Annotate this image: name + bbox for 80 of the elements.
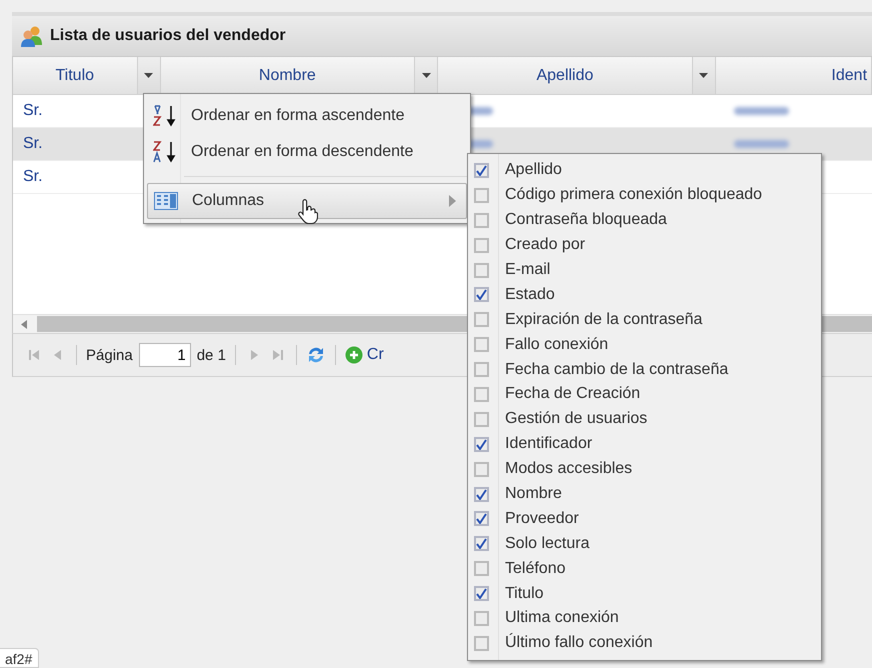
- column-option[interactable]: Proveedor: [468, 506, 821, 532]
- checkbox[interactable]: [474, 262, 489, 278]
- column-menu-button[interactable]: [414, 57, 438, 94]
- columns-icon: [154, 192, 178, 210]
- column-menu-button[interactable]: [692, 57, 715, 94]
- checkbox[interactable]: [474, 462, 489, 477]
- hand-cursor-icon: [296, 199, 318, 225]
- column-option[interactable]: E-mail: [468, 258, 821, 282]
- column-option[interactable]: Expiración de la contraseña: [468, 307, 821, 332]
- checkmark-icon: [476, 438, 487, 450]
- checkbox[interactable]: [474, 386, 489, 402]
- checkbox[interactable]: [474, 287, 489, 302]
- sort-descending-icon: [153, 141, 177, 163]
- table-cell: Sr.: [23, 102, 43, 120]
- checkbox[interactable]: [474, 561, 489, 576]
- blurred-text: [734, 107, 789, 115]
- column-option[interactable]: Código primera conexión bloqueado: [468, 182, 821, 208]
- checkmark-icon: [476, 164, 487, 176]
- checkbox[interactable]: [474, 536, 489, 552]
- column-header[interactable]: Ident: [716, 57, 872, 94]
- panel-title: Lista de usuarios del vendedor: [50, 27, 286, 45]
- checkmark-icon: [476, 538, 487, 550]
- checkbox[interactable]: [474, 610, 489, 626]
- column-option[interactable]: Último fallo conexión: [468, 630, 821, 656]
- checkbox[interactable]: [474, 312, 489, 328]
- column-header[interactable]: Apellido: [438, 57, 692, 94]
- column-option[interactable]: Creado por: [468, 232, 821, 258]
- checkbox[interactable]: [474, 636, 489, 651]
- plus-icon: [344, 346, 363, 364]
- checkbox[interactable]: [474, 212, 489, 228]
- column-option[interactable]: Solo lectura: [468, 531, 821, 556]
- column-header[interactable]: Nombre: [160, 57, 414, 94]
- checkbox[interactable]: [474, 337, 489, 352]
- column-option[interactable]: Fecha cambio de la contraseña: [468, 357, 821, 382]
- menu-item[interactable]: Columnas: [147, 183, 467, 219]
- checkmark-icon: [476, 289, 487, 300]
- column-option[interactable]: Fecha de Creación: [468, 382, 821, 407]
- checkbox[interactable]: [474, 362, 489, 378]
- column-menu-button[interactable]: [136, 57, 160, 94]
- column-option[interactable]: Fallo conexión: [468, 332, 821, 358]
- column-option[interactable]: Teléfono: [468, 556, 821, 582]
- column-option[interactable]: Titulo: [468, 581, 821, 606]
- sort-ascending-icon: [153, 105, 177, 127]
- column-option[interactable]: Contraseña bloqueada: [468, 208, 821, 233]
- scroll-left-icon: [21, 320, 27, 328]
- table-cell: Sr.: [23, 168, 43, 186]
- menu-item[interactable]: Ordenar en forma ascendente: [147, 98, 467, 134]
- checkbox[interactable]: [474, 586, 489, 602]
- blurred-text: [734, 140, 789, 148]
- submenu-arrow-icon: [449, 195, 456, 207]
- checkbox[interactable]: [474, 188, 489, 203]
- page-count: de 1: [196, 346, 226, 364]
- column-option[interactable]: Modos accesibles: [468, 456, 821, 482]
- checkmark-icon: [476, 588, 487, 600]
- caret-icon: [144, 73, 154, 78]
- menu-item[interactable]: Ordenar en forma descendente: [147, 134, 467, 170]
- checkmark-icon: [476, 488, 487, 500]
- column-option[interactable]: Ultima conexión: [468, 606, 821, 631]
- checkbox[interactable]: [474, 412, 489, 427]
- column-option[interactable]: Apellido: [468, 158, 821, 183]
- column-option[interactable]: Gestión de usuarios: [468, 406, 821, 432]
- page-number-field[interactable]: 1: [138, 343, 191, 367]
- checkmark-icon: [476, 513, 487, 524]
- caret-icon: [699, 73, 708, 78]
- checkbox[interactable]: [474, 486, 489, 502]
- page-label: Página: [86, 346, 133, 364]
- create-button[interactable]: Cr: [344, 346, 384, 364]
- column-header[interactable]: Titulo: [13, 57, 137, 94]
- checkbox[interactable]: [474, 238, 489, 253]
- checkbox[interactable]: [474, 436, 489, 452]
- column-option[interactable]: Nombre: [468, 482, 821, 506]
- last-page-icon[interactable]: [270, 348, 285, 362]
- table-cell: Sr.: [23, 135, 43, 153]
- users-icon: [20, 25, 44, 47]
- checkbox[interactable]: [474, 511, 489, 526]
- checkbox[interactable]: [474, 162, 489, 178]
- caret-icon: [422, 73, 431, 78]
- column-option[interactable]: Estado: [468, 282, 821, 308]
- first-page-icon[interactable]: [27, 348, 41, 362]
- column-option[interactable]: Identificador: [468, 432, 821, 457]
